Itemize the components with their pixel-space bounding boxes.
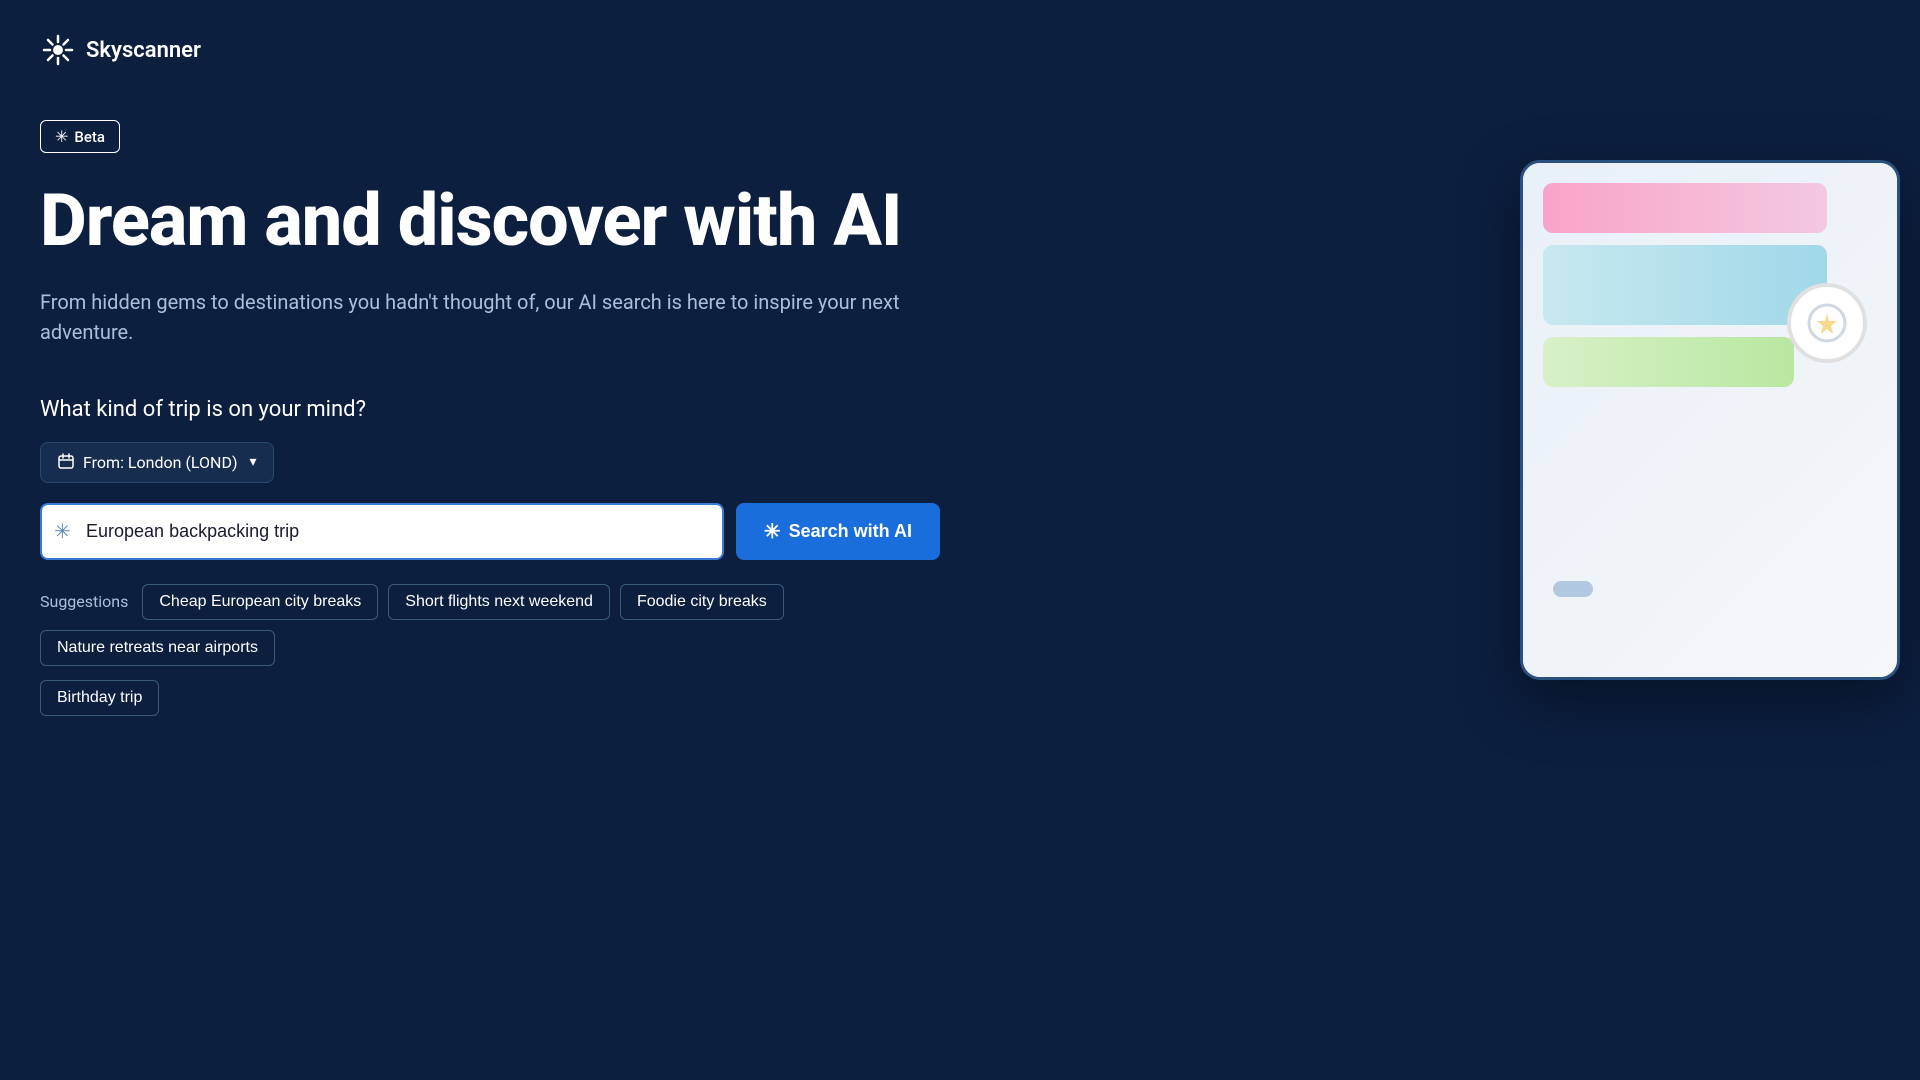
main-content: ✳ Beta Dream and discover with AI From h…: [40, 120, 940, 716]
suggestions-row-1: Suggestions Cheap European city breaks S…: [40, 584, 940, 666]
suggestions-row-2: Birthday trip: [40, 680, 940, 716]
search-with-ai-button[interactable]: ✳ Search with AI: [736, 503, 940, 560]
location-icon: [57, 453, 75, 471]
button-star-icon: ✳: [764, 519, 781, 544]
device-dot: [1553, 581, 1593, 597]
device-card-2: [1543, 245, 1827, 325]
device-card-1: [1543, 183, 1827, 233]
suggestion-chip-birthday-trip[interactable]: Birthday trip: [40, 680, 159, 716]
device-circle-icon: [1807, 303, 1847, 343]
device-frame: [1520, 160, 1900, 680]
logo-text: Skyscanner: [86, 38, 201, 63]
suggestion-chip-nature-retreats[interactable]: Nature retreats near airports: [40, 630, 275, 666]
from-location-label: From: London (LOND): [83, 453, 238, 472]
suggestions-label: Suggestions: [40, 592, 128, 611]
device-screen: [1523, 163, 1897, 677]
device-circle: [1787, 283, 1867, 363]
beta-label: Beta: [74, 128, 105, 146]
device-card-3: [1543, 337, 1794, 387]
decorative-device: [1520, 160, 1920, 720]
skyscanner-logo-icon: [40, 32, 76, 68]
suggestion-chip-foodie-city[interactable]: Foodie city breaks: [620, 584, 784, 620]
search-row: ✳ ✳ Search with AI: [40, 503, 940, 560]
page-subtitle: From hidden gems to destinations you had…: [40, 287, 900, 347]
search-input[interactable]: [40, 503, 724, 560]
trip-question: What kind of trip is on your mind?: [40, 397, 940, 422]
from-location-dropdown[interactable]: From: London (LOND) ▾: [40, 442, 274, 483]
page-headline: Dream and discover with AI: [40, 183, 940, 259]
search-button-label: Search with AI: [789, 521, 912, 542]
logo[interactable]: Skyscanner: [40, 32, 201, 68]
chevron-down-icon: ▾: [250, 454, 257, 470]
site-header: Skyscanner: [40, 32, 201, 68]
search-ai-icon: ✳: [54, 519, 71, 543]
beta-star-icon: ✳: [55, 127, 68, 146]
suggestion-chip-cheap-european[interactable]: Cheap European city breaks: [142, 584, 378, 620]
suggestion-chip-short-flights[interactable]: Short flights next weekend: [388, 584, 610, 620]
beta-badge: ✳ Beta: [40, 120, 120, 153]
search-input-wrapper: ✳: [40, 503, 724, 560]
